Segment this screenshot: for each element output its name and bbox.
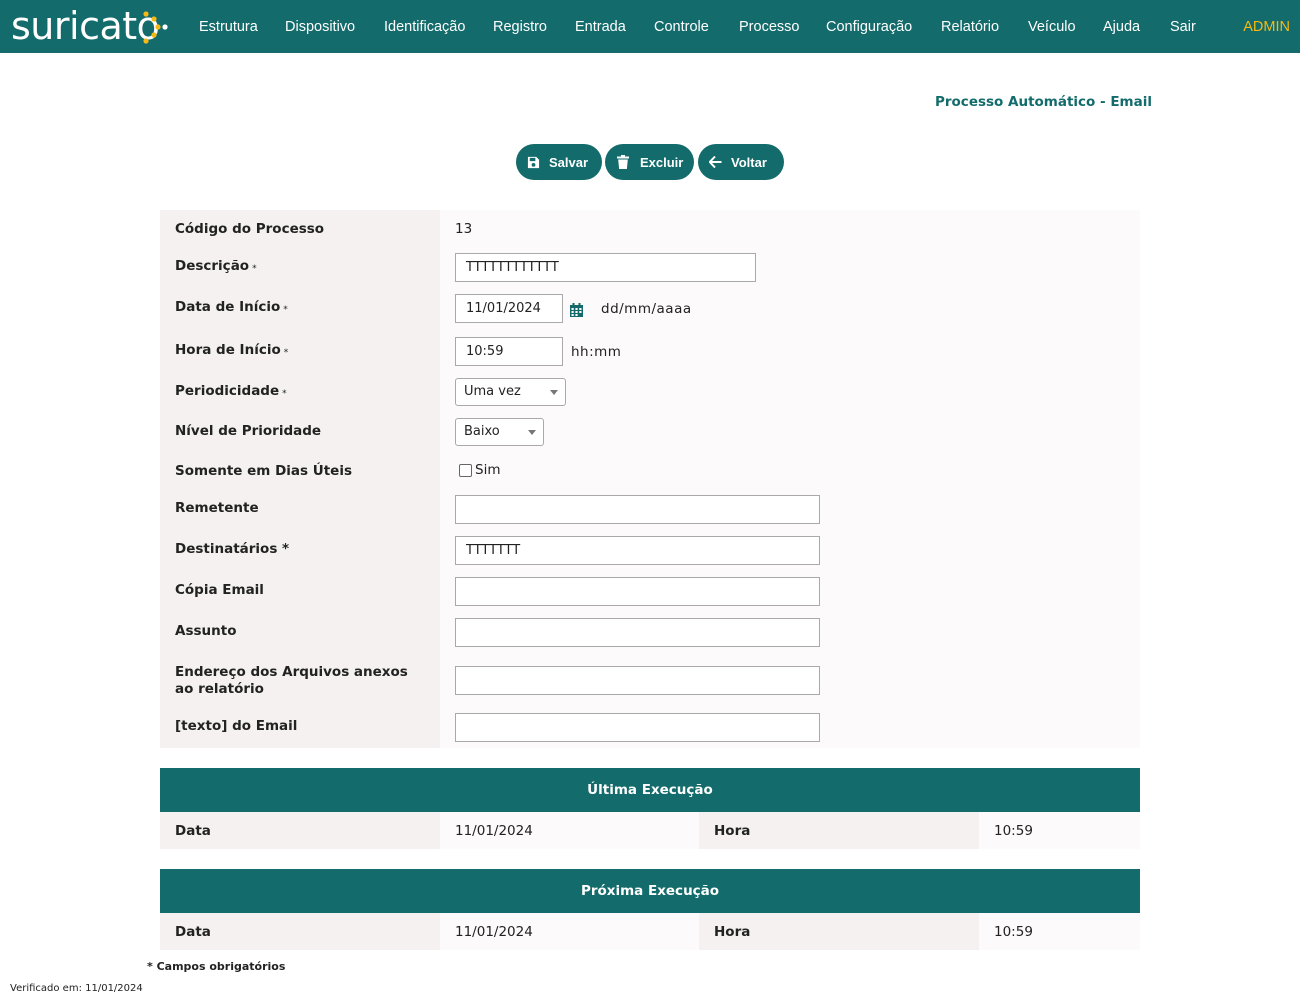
proxima-hora-label: Hora	[714, 924, 751, 940]
periodicidade-label: Periodicidade *	[175, 383, 287, 399]
nav-identificacao[interactable]: Identificação	[384, 17, 465, 37]
prioridade-select[interactable]: Baixo	[455, 418, 544, 446]
proxima-data-value: 11/01/2024	[455, 924, 533, 940]
user-name[interactable]: ADMIN	[1243, 17, 1290, 37]
nav-veiculo[interactable]: Veículo	[1028, 17, 1076, 37]
arrow-left-icon	[709, 156, 722, 168]
hora-inicio-hint: hh:mm	[571, 344, 622, 360]
codigo-value: 13	[455, 221, 473, 237]
destinatarios-label: Destinatários *	[175, 541, 290, 557]
delete-button-label: Excluir	[640, 154, 684, 170]
periodicidade-select[interactable]: Uma vez	[455, 378, 566, 406]
calendar-icon[interactable]	[570, 303, 583, 317]
ultima-data-value: 11/01/2024	[455, 823, 533, 839]
logo-dots-icon	[143, 11, 168, 44]
copia-input[interactable]	[455, 577, 820, 606]
nav-ajuda[interactable]: Ajuda	[1103, 17, 1140, 37]
texto-input[interactable]	[455, 713, 820, 742]
save-button[interactable]: Salvar	[516, 144, 602, 180]
nav-entrada[interactable]: Entrada	[575, 17, 626, 37]
nav-controle[interactable]: Controle	[654, 17, 709, 37]
verified-date: Verificado em: 11/01/2024	[10, 983, 143, 994]
proxima-execucao-header: Próxima Execução	[160, 869, 1140, 913]
ultima-hora-label: Hora	[714, 823, 751, 839]
ultima-execucao-row: Data 11/01/2024 Hora 10:59	[160, 812, 1140, 849]
ultima-data-label: Data	[175, 823, 211, 839]
destinatarios-input[interactable]: TTTTTTT	[455, 536, 820, 565]
dias-uteis-checkbox[interactable]	[459, 464, 472, 477]
data-inicio-label: Data de Início *	[175, 299, 288, 315]
codigo-label: Código do Processo	[175, 221, 325, 237]
nav-processo[interactable]: Processo	[739, 17, 799, 37]
ultima-hora-value: 10:59	[994, 823, 1033, 839]
dias-uteis-option[interactable]: Sim	[475, 462, 500, 478]
nav-registro[interactable]: Registro	[493, 17, 547, 37]
back-button-label: Voltar	[731, 154, 767, 170]
texto-label: [texto] do Email	[175, 718, 298, 734]
nav-estrutura[interactable]: Estrutura	[199, 17, 258, 37]
copia-label: Cópia Email	[175, 582, 264, 598]
page-title: Processo Automático - Email	[934, 94, 1152, 110]
hora-inicio-label: Hora de Início *	[175, 342, 289, 358]
save-button-label: Salvar	[549, 154, 589, 170]
proxima-hora-value: 10:59	[994, 924, 1033, 940]
data-inicio-input[interactable]: 11/01/2024	[455, 294, 563, 323]
logo[interactable]: suricato	[11, 3, 160, 49]
required-note: * Campos obrigatórios	[147, 960, 286, 973]
data-inicio-hint: dd/mm/aaaa	[601, 301, 692, 317]
remetente-label: Remetente	[175, 500, 259, 516]
anexos-input[interactable]	[455, 666, 820, 695]
chevron-down-icon	[528, 430, 536, 435]
chevron-down-icon	[550, 390, 558, 395]
top-navbar: suricato Estrutura Dispositivo Identific…	[0, 0, 1300, 53]
nav-configuracao[interactable]: Configuração	[826, 17, 912, 37]
descricao-input[interactable]: TTTTTTTTTTTT	[455, 253, 756, 282]
assunto-input[interactable]	[455, 618, 820, 647]
descricao-label: Descrição *	[175, 258, 257, 274]
anexos-label: Endereço dos Arquivos anexos ao relatóri…	[175, 664, 408, 697]
proxima-data-label: Data	[175, 924, 211, 940]
prioridade-value: Baixo	[464, 424, 500, 439]
floppy-disk-icon	[527, 156, 540, 168]
back-button[interactable]: Voltar	[698, 144, 784, 180]
nav-relatorio[interactable]: Relatório	[941, 17, 999, 37]
nav-dispositivo[interactable]: Dispositivo	[285, 17, 355, 37]
remetente-input[interactable]	[455, 495, 820, 524]
hora-inicio-input[interactable]: 10:59	[455, 337, 563, 366]
periodicidade-value: Uma vez	[464, 384, 521, 399]
prioridade-label: Nível de Prioridade	[175, 423, 322, 439]
assunto-label: Assunto	[175, 623, 237, 639]
proxima-execucao-row: Data 11/01/2024 Hora 10:59	[160, 913, 1140, 950]
dias-uteis-label: Somente em Dias Úteis	[175, 463, 352, 479]
ultima-execucao-header: Última Execução	[160, 768, 1140, 812]
delete-button[interactable]: Excluir	[605, 144, 694, 180]
trash-icon	[617, 155, 629, 169]
nav-sair[interactable]: Sair	[1170, 17, 1196, 37]
